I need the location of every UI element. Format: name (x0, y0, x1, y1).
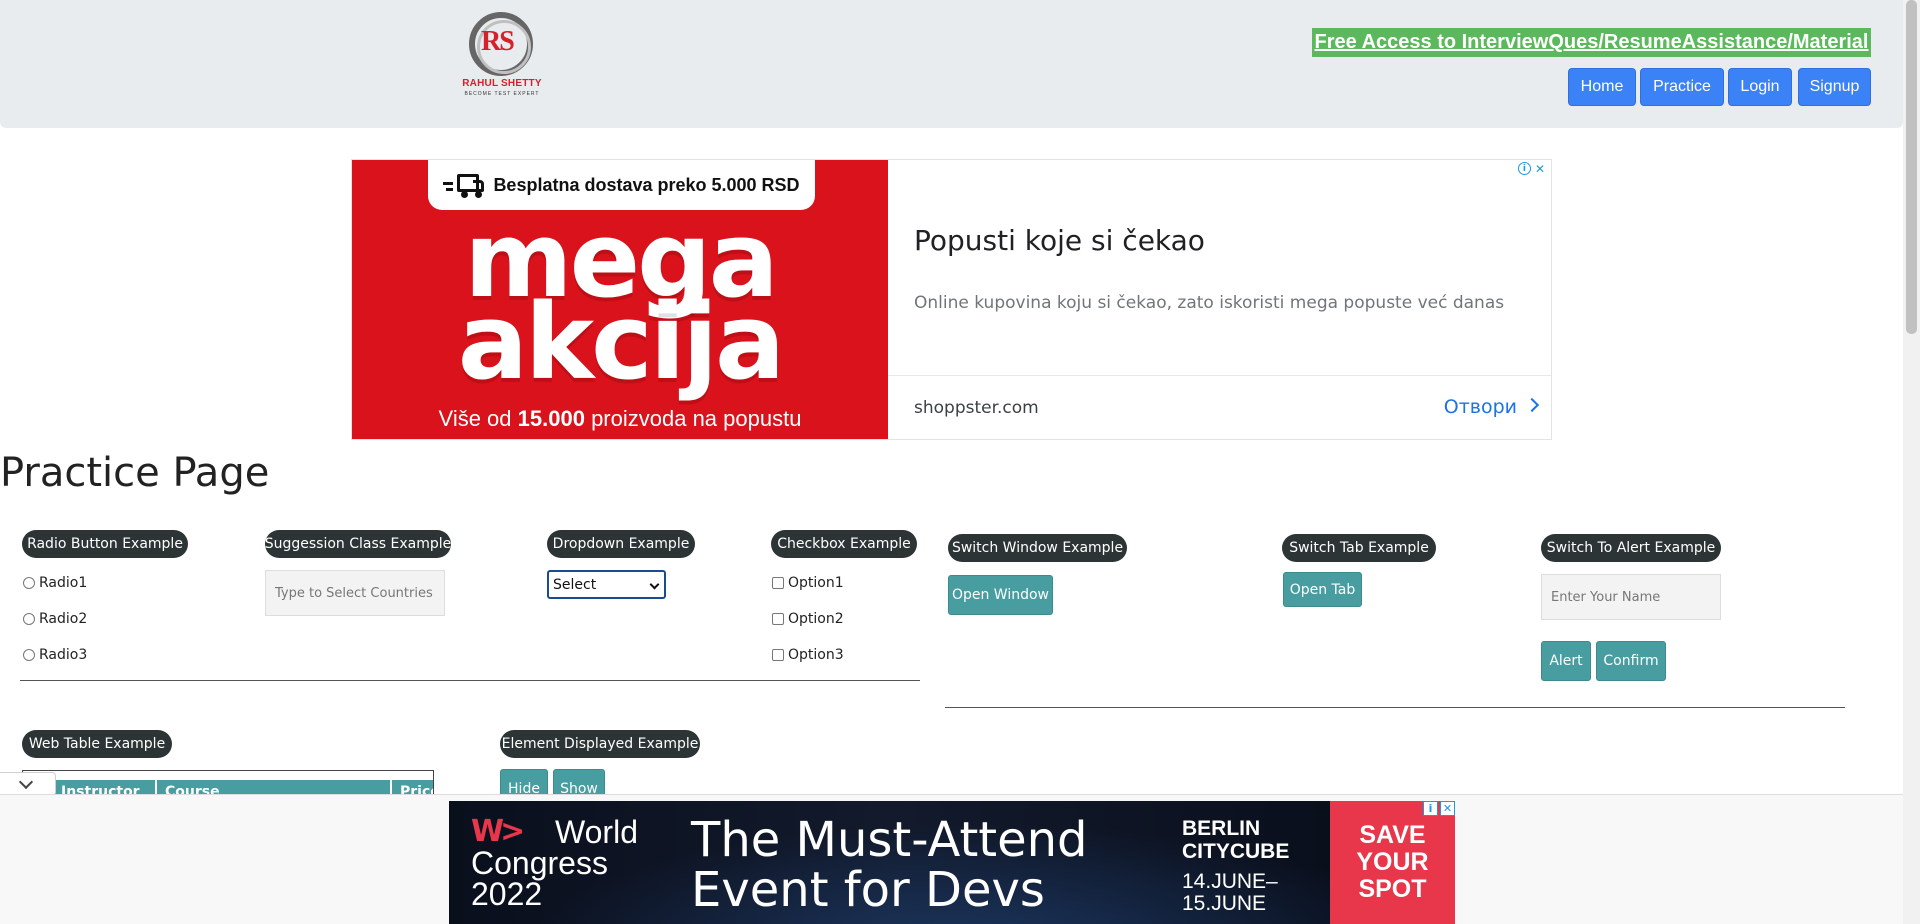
radio-input[interactable] (23, 613, 35, 625)
ad-brand: World Congress 2022 (471, 814, 638, 912)
chevron-down-icon (649, 579, 660, 590)
collapse-toggle[interactable] (0, 772, 56, 796)
alert-legend: Switch To Alert Example (1541, 534, 1721, 562)
chevron-down-icon[interactable] (18, 774, 34, 790)
ad-footer: shoppster.com Отвори (888, 375, 1551, 439)
info-icon[interactable]: i (1517, 162, 1531, 175)
page-title: Practice Page (0, 450, 270, 496)
switch-tab-legend: Switch Tab Example (1282, 534, 1436, 562)
nav-practice-button[interactable]: Practice (1640, 68, 1724, 106)
free-access-link[interactable]: Free Access to InterviewQues/ResumeAssis… (1312, 28, 1871, 57)
bottom-advertisement[interactable]: W> World Congress 2022 The Must-Attend E… (449, 801, 1455, 924)
ad-image[interactable]: Besplatna dostava preko 5.000 RSD mega a… (352, 160, 888, 439)
ad-headline[interactable]: Popusti koje si čekao (914, 224, 1205, 257)
top-advertisement[interactable]: Besplatna dostava preko 5.000 RSD mega a… (351, 159, 1552, 440)
checkbox-input[interactable] (772, 613, 784, 625)
switch-window-legend: Switch Window Example (948, 534, 1127, 562)
ad-open-button[interactable]: Отвори (1444, 396, 1517, 418)
checkbox-option-1[interactable]: Option1 (772, 575, 844, 591)
ad-domain: shoppster.com (914, 398, 1039, 418)
page-scrollbar[interactable] (1903, 0, 1920, 924)
chevron-right-icon[interactable] (1524, 397, 1540, 413)
ad-subline: Više od 15.000 proizvoda na popustu (438, 406, 802, 431)
checkbox-input[interactable] (772, 577, 784, 589)
dropdown-legend: Dropdown Example (547, 530, 695, 558)
info-icon[interactable]: i (1423, 801, 1438, 816)
web-table-legend: Web Table Example (22, 730, 172, 758)
ad-choices[interactable]: i ✕ (1423, 801, 1455, 816)
radio-input[interactable] (23, 649, 35, 661)
checkbox-option-2[interactable]: Option2 (772, 611, 844, 627)
section-divider (20, 680, 920, 681)
nav-signup-button[interactable]: Signup (1798, 68, 1871, 106)
scrollbar-thumb[interactable] (1906, 0, 1917, 334)
nav-login-button[interactable]: Login (1728, 68, 1792, 106)
nav-home-button[interactable]: Home (1568, 68, 1636, 106)
ad-delivery-text: Besplatna dostava preko 5.000 RSD (493, 174, 800, 195)
radio-option-1[interactable]: Radio1 (23, 575, 87, 591)
checkbox-legend: Checkbox Example (771, 530, 917, 558)
rahul-shetty-logo[interactable]: RS RAHUL SHETTY BECOME TEST EXPERT (457, 12, 547, 100)
ad-headline: The Must-Attend Event for Devs (691, 812, 1088, 918)
country-autocomplete-input[interactable]: Type to Select Countries (265, 570, 445, 616)
name-input[interactable]: Enter Your Name (1541, 574, 1721, 620)
ad-big-word-2: akcija (457, 281, 785, 403)
save-your-spot-button[interactable]: SAVE YOUR SPOT (1330, 801, 1455, 924)
checkbox-input[interactable] (772, 649, 784, 661)
logo-monogram: RS (481, 26, 515, 57)
radio-option-3[interactable]: Radio3 (23, 647, 87, 663)
confirm-button[interactable]: Confirm (1596, 641, 1666, 681)
alert-button[interactable]: Alert (1541, 641, 1591, 681)
logo-name: RAHUL SHETTY (462, 78, 542, 89)
open-tab-button[interactable]: Open Tab (1283, 572, 1362, 607)
ad-choices[interactable]: i ✕ (1517, 162, 1545, 176)
suggestion-legend: Suggession Class Example (265, 530, 451, 558)
ad-text-panel[interactable]: Popusti koje si čekao Online kupovina ko… (888, 160, 1551, 439)
truck-icon (443, 172, 485, 198)
close-icon[interactable]: ✕ (1535, 162, 1545, 176)
checkbox-option-3[interactable]: Option3 (772, 647, 844, 663)
open-window-button[interactable]: Open Window (948, 575, 1053, 615)
ad-dates: 14.JUNE– 15.JUNE (1182, 870, 1278, 915)
ad-description: Online kupovina koju si čekao, zato isko… (914, 293, 1505, 313)
section-divider (945, 707, 1845, 708)
logo-tagline: BECOME TEST EXPERT (464, 91, 540, 97)
ad-location: BERLIN CITYCUBE (1182, 817, 1290, 863)
element-displayed-legend: Element Displayed Example (500, 730, 700, 758)
dropdown-select[interactable]: Select (547, 570, 666, 599)
radio-input[interactable] (23, 577, 35, 589)
page-header: RS RAHUL SHETTY BECOME TEST EXPERT Free … (0, 0, 1903, 128)
close-icon[interactable]: ✕ (1440, 801, 1455, 816)
radio-legend: Radio Button Example (22, 530, 188, 558)
radio-option-2[interactable]: Radio2 (23, 611, 87, 627)
